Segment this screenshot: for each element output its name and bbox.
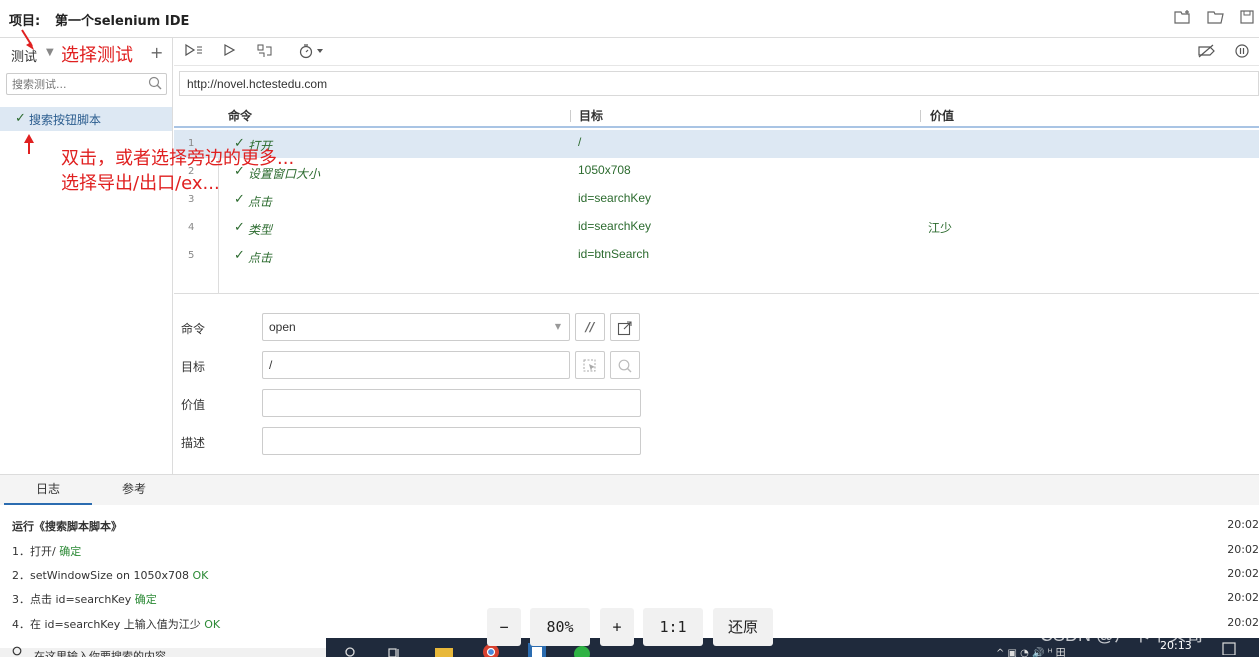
actual-size-button[interactable]: 1:1 (643, 608, 703, 646)
file-explorer-icon[interactable] (434, 644, 454, 657)
search-icon[interactable] (12, 646, 24, 657)
search-icon[interactable] (344, 646, 356, 657)
zoom-in-button[interactable]: + (600, 608, 634, 646)
zoom-level: 80% (530, 608, 590, 646)
arrow-icon (24, 134, 34, 154)
csdn-watermark: CSDN @卢卡平头哥 (1040, 625, 1205, 645)
zoom-out-button[interactable]: − (487, 608, 521, 646)
restore-button[interactable]: 还原 (713, 608, 773, 646)
arrow-icon (21, 29, 34, 50)
annotation-double-click: 双击，或者选择旁边的更多... (61, 148, 295, 169)
annotation-arrows (21, 29, 34, 154)
annotation-select-test: 选择测试 (61, 45, 133, 66)
annotation-export: 选择导出/出口/ex... (61, 173, 220, 194)
task-view-icon[interactable] (388, 646, 402, 657)
notification-icon[interactable] (1221, 641, 1237, 657)
taskbar-search-text[interactable]: 在这里输入你要搜索的内容 (34, 648, 166, 657)
